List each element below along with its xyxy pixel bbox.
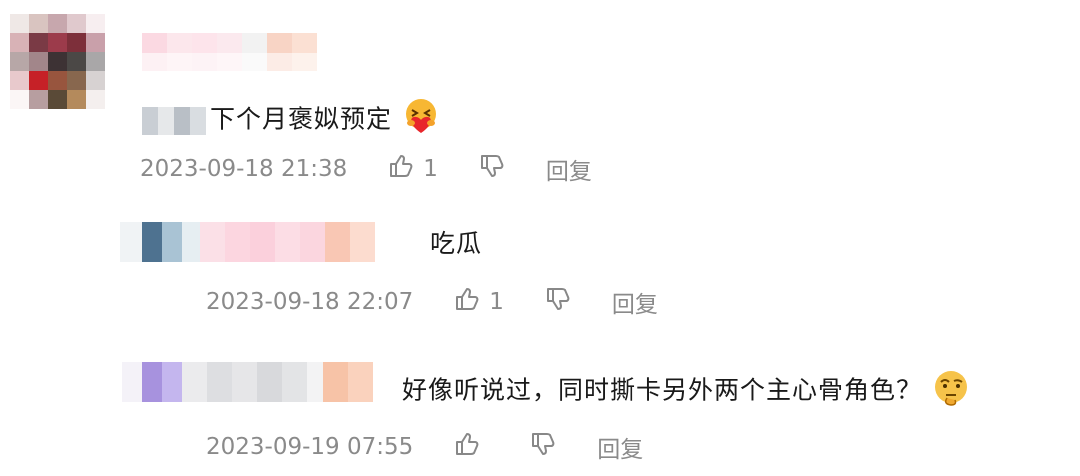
avatar[interactable] [10, 14, 105, 109]
thinking-emoji-icon [931, 367, 971, 416]
comment-body: 好像听说过，同时撕卡另外两个主心骨角色？ [402, 375, 923, 405]
timestamp: 2023-09-18 22:07 [206, 289, 414, 315]
like-button[interactable]: 1 [387, 152, 438, 186]
like-button[interactable] [453, 430, 489, 464]
thumbs-up-icon [453, 430, 481, 464]
username[interactable] [142, 33, 317, 53]
comment-meta: 2023-09-19 07:55 回复 [206, 430, 643, 464]
thumbs-up-icon [453, 285, 481, 319]
comment-body: 下个月褒姒预定 [210, 104, 393, 134]
comment-meta: 2023-09-18 22:07 1 回复 [206, 285, 658, 319]
like-count: 1 [489, 289, 504, 315]
like-count: 1 [423, 156, 438, 182]
reply-username[interactable] [122, 362, 373, 402]
like-button[interactable]: 1 [453, 285, 504, 319]
dislike-button[interactable] [529, 430, 557, 464]
thumbs-up-icon [387, 152, 415, 186]
comment-text: 好像听说过，同时撕卡另外两个主心骨角色？ [402, 367, 971, 416]
comment-meta: 2023-09-18 21:38 1 回复 [140, 152, 592, 186]
timestamp: 2023-09-18 21:38 [140, 156, 348, 182]
comment-text: 吃瓜 [430, 229, 483, 258]
hug-heart-emoji-icon [401, 96, 441, 145]
dislike-button[interactable] [478, 152, 506, 186]
reply-username[interactable] [120, 222, 375, 262]
reply-button[interactable]: 回复 [546, 152, 592, 186]
thumbs-down-icon [544, 285, 572, 319]
username-mosaic-row [142, 53, 317, 71]
thumbs-down-icon [478, 152, 506, 186]
dislike-button[interactable] [544, 285, 572, 319]
mention-mosaic [142, 106, 206, 135]
reply-button[interactable]: 回复 [597, 430, 643, 464]
comment-text: 下个月褒姒预定 [142, 96, 441, 145]
timestamp: 2023-09-19 07:55 [206, 434, 414, 460]
thumbs-down-icon [529, 430, 557, 464]
reply-button[interactable]: 回复 [612, 285, 658, 319]
